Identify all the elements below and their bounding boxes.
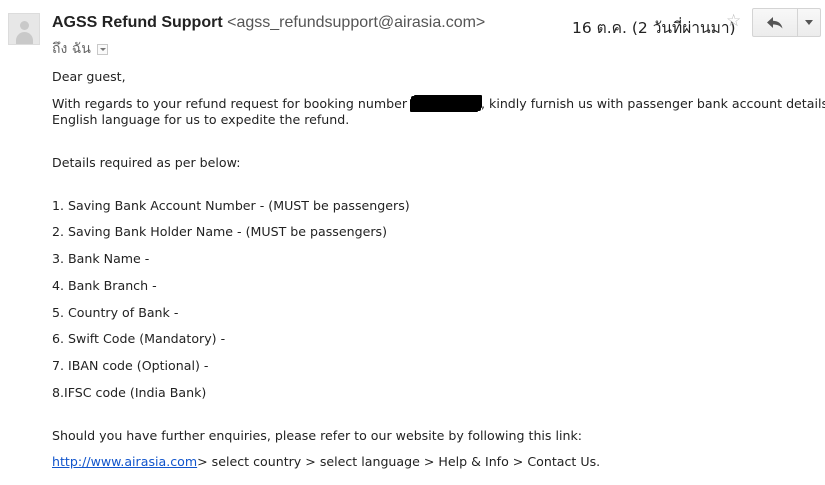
recipient-line: ถึง ฉัน — [52, 38, 109, 60]
paragraph-line-2: English language for us to expedite the … — [52, 112, 350, 127]
redacted-booking-number — [411, 96, 482, 111]
paragraph-line-1: With regards to your refund request for … — [52, 96, 825, 111]
details-intro: Details required as per below: — [52, 155, 241, 170]
list-item: 7. IBAN code (Optional) - — [52, 358, 209, 373]
sender-email: <agss_refundsupport@airasia.com> — [227, 14, 486, 31]
reply-button-group — [752, 8, 821, 37]
list-item: 3. Bank Name - — [52, 251, 150, 266]
reply-button[interactable] — [753, 9, 798, 36]
reply-icon — [767, 16, 783, 28]
sender-name[interactable]: AGSS Refund Support — [52, 14, 223, 31]
airasia-link[interactable]: http://www.airasia.com — [52, 454, 197, 469]
recipient-label: ถึง ฉัน — [52, 41, 91, 57]
list-item: 2. Saving Bank Holder Name - (MUST be pa… — [52, 224, 387, 239]
list-item: 8.IFSC code (India Bank) — [52, 385, 207, 400]
list-item: 5. Country of Bank - — [52, 305, 179, 320]
paragraph-text: , kindly furnish us with passenger bank … — [481, 96, 825, 111]
avatar — [8, 13, 40, 45]
email-date: 16 ต.ค. (2 วันที่ผ่านมา) — [572, 19, 736, 37]
star-icon[interactable]: ☆ — [726, 11, 741, 31]
paragraph-text: With regards to your refund request for … — [52, 96, 412, 111]
greeting: Dear guest, — [52, 69, 126, 84]
navigation-instructions: > select country > select language > Hel… — [197, 454, 601, 469]
link-line: http://www.airasia.com> select country >… — [52, 454, 600, 469]
sender-line: AGSS Refund Support <agss_refundsupport@… — [52, 14, 485, 32]
list-item: 4. Bank Branch - — [52, 278, 157, 293]
recipient-details-toggle[interactable] — [97, 43, 109, 55]
more-options-button[interactable] — [798, 9, 820, 36]
enquiry-text: Should you have further enquiries, pleas… — [52, 428, 583, 443]
list-item: 6. Swift Code (Mandatory) - — [52, 331, 226, 346]
list-item: 1. Saving Bank Account Number - (MUST be… — [52, 198, 410, 213]
dropdown-icon — [805, 20, 813, 25]
